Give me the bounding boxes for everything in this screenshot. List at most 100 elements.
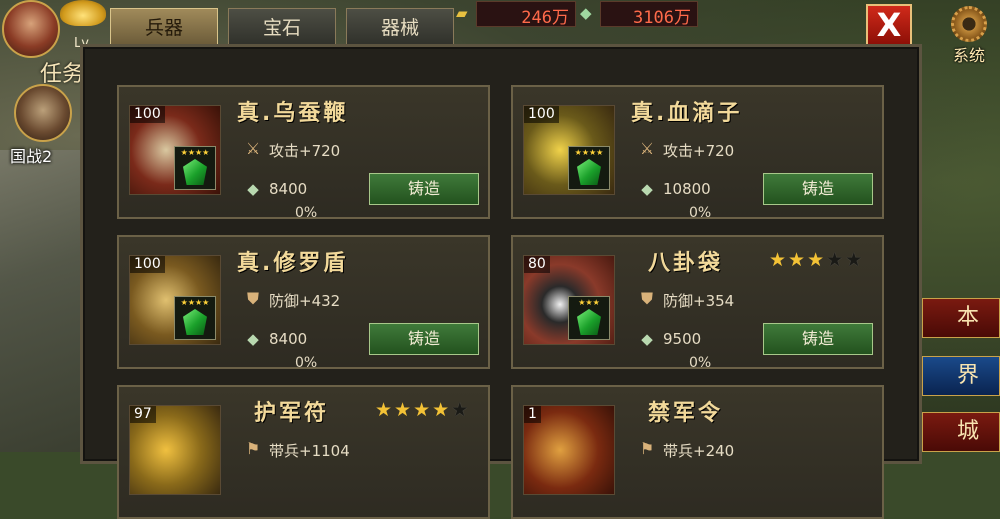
sword-icon: ⚔ [245, 139, 261, 158]
star-empty-icon: ★ [845, 249, 865, 271]
tab-gems[interactable]: 宝石 [228, 8, 336, 46]
national-war-label[interactable]: 国战2 [10, 143, 52, 167]
emerald-icon [183, 159, 207, 185]
item-name: 禁军令 [648, 401, 724, 426]
sword-icon: ⚔ [639, 139, 655, 158]
weapon-card: 100 ★★★★ 真.血滴子 ⚔ 攻击+720 ◆ 10800 铸造 0% [511, 85, 884, 221]
tab-gems-label: 宝石 [262, 17, 301, 39]
forge-panel: 100 ★★★★ 真.乌蚕鞭 ⚔ 攻击+720 ◆ 8400 铸造 0% 100… [80, 44, 922, 519]
emerald-icon [183, 309, 207, 335]
forge-progress: 0% [689, 205, 712, 221]
emerald-icon [577, 159, 601, 185]
city-button-label: 城 [956, 419, 979, 444]
player-avatar[interactable] [2, 0, 60, 58]
weapon-card: 100 ★★★★ 真.乌蚕鞭 ⚔ 攻击+720 ◆ 8400 铸造 0% [117, 85, 490, 221]
item-image[interactable]: 100 ★★★★ [129, 105, 221, 195]
dungeon-button-label: 本 [956, 305, 979, 330]
forge-progress: 0% [689, 355, 712, 371]
forge-button[interactable]: 铸造 [369, 173, 479, 205]
weapon-card: 80 ★★★ 八卦袋 ★★★★★ ⛊ 防御+354 ◆ 9500 铸造 0% [511, 235, 884, 371]
item-stat: 防御+432 [269, 292, 341, 310]
item-level-badge: 100 [524, 106, 559, 123]
forge-button[interactable]: 铸造 [369, 323, 479, 355]
item-image[interactable]: 1 [523, 405, 615, 495]
gem-badge: ★★★★ [174, 146, 216, 190]
system-button[interactable]: 系统 [940, 4, 998, 66]
forge-button-label: 铸造 [407, 329, 440, 348]
weapon-card: 1 禁军令 ⚑ 带兵+240 [511, 385, 884, 519]
item-level-badge: 1 [524, 406, 541, 423]
item-name: 八卦袋 [648, 251, 724, 276]
weapon-card: 97 护军符 ★★★★★ ⚑ 带兵+1104 [117, 385, 490, 519]
gem-stars: ★★★★ [180, 298, 210, 307]
star-filled-icon: ★ [432, 399, 452, 421]
item-name: 真.乌蚕鞭 [237, 101, 349, 126]
troops-icon: ⚑ [639, 439, 655, 458]
ore-icon: ◆ [247, 180, 259, 198]
item-level-badge: 80 [524, 256, 550, 273]
mountain-scenery [0, 150, 90, 452]
shield-icon: ⛊ [640, 289, 653, 308]
tab-machinery[interactable]: 器械 [346, 8, 454, 46]
item-image[interactable]: 100 ★★★★ [129, 255, 221, 345]
resource-ore-counter: 3106万 [600, 1, 698, 28]
forge-button-label: 铸造 [801, 329, 834, 348]
item-stat: 攻击+720 [269, 142, 341, 160]
gold-ingot-icon[interactable] [60, 0, 106, 26]
item-image[interactable]: 97 [129, 405, 221, 495]
star-filled-icon: ★ [413, 399, 433, 421]
item-stat: 防御+354 [663, 292, 735, 310]
forge-button[interactable]: 铸造 [763, 323, 873, 355]
forge-button-label: 铸造 [801, 179, 834, 198]
world-button-label: 界 [956, 363, 979, 388]
close-button[interactable]: X [866, 4, 912, 48]
tab-weapons-label: 兵器 [144, 17, 183, 39]
star-empty-icon: ★ [826, 249, 846, 271]
forge-progress: 0% [295, 205, 318, 221]
item-cost: 9500 [663, 330, 702, 348]
ore-icon: ◆ [641, 330, 653, 348]
dungeon-button[interactable]: 本 [922, 298, 1000, 338]
star-filled-icon: ★ [807, 249, 827, 271]
star-filled-icon: ★ [394, 399, 414, 421]
gem-badge: ★★★★ [174, 296, 216, 340]
gem-stars: ★★★★ [180, 148, 210, 157]
tab-machinery-label: 器械 [380, 17, 419, 39]
forge-button-label: 铸造 [407, 179, 440, 198]
gold-bar-icon: ▰ [456, 4, 468, 22]
item-level-badge: 100 [130, 256, 165, 273]
system-label: 系统 [952, 46, 985, 65]
resource-gold-value: 246万 [521, 8, 569, 28]
item-stat: 攻击+720 [663, 142, 735, 160]
star-filled-icon: ★ [375, 399, 395, 421]
task-button[interactable]: 任务 [40, 56, 84, 88]
troops-icon: ⚑ [245, 439, 261, 458]
gem-stars: ★★★ [578, 298, 600, 307]
item-image[interactable]: 100 ★★★★ [523, 105, 615, 195]
gem-badge: ★★★ [568, 296, 610, 340]
forge-button[interactable]: 铸造 [763, 173, 873, 205]
city-button[interactable]: 城 [922, 412, 1000, 452]
star-filled-icon: ★ [769, 249, 789, 271]
star-rating: ★★★★★ [375, 399, 470, 421]
gear-icon [951, 6, 987, 42]
emerald-icon [577, 309, 601, 335]
item-name: 真.血滴子 [631, 101, 743, 126]
item-level-badge: 97 [130, 406, 156, 423]
gem-badge: ★★★★ [568, 146, 610, 190]
gem-stars: ★★★★ [574, 148, 604, 157]
resource-gold-counter: 246万 [476, 1, 576, 28]
item-stat: 带兵+1104 [269, 442, 350, 460]
star-filled-icon: ★ [788, 249, 808, 271]
tab-weapons[interactable]: 兵器 [110, 8, 218, 46]
item-stat: 带兵+240 [663, 442, 735, 460]
weapon-card: 100 ★★★★ 真.修罗盾 ⛊ 防御+432 ◆ 8400 铸造 0% [117, 235, 490, 371]
world-button[interactable]: 界 [922, 356, 1000, 396]
ore-icon: ◆ [580, 4, 592, 22]
helmet-icon[interactable] [14, 84, 72, 142]
star-empty-icon: ★ [451, 399, 471, 421]
item-cost: 10800 [663, 180, 711, 198]
ore-icon: ◆ [247, 330, 259, 348]
close-icon: X [876, 6, 902, 44]
item-image[interactable]: 80 ★★★ [523, 255, 615, 345]
